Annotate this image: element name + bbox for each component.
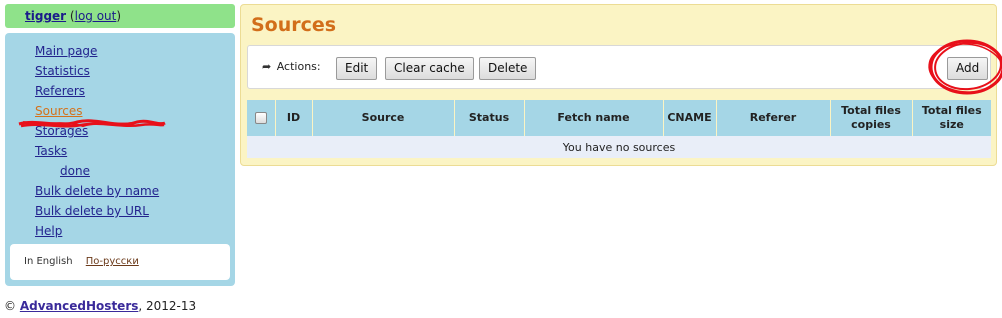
actions-label-wrap: ➦ Actions: bbox=[262, 60, 321, 73]
copyright-symbol: © bbox=[4, 299, 16, 313]
column-header-total-files-copies[interactable]: Total files copies bbox=[830, 100, 913, 136]
delete-button[interactable]: Delete bbox=[479, 57, 537, 80]
actions-label: Actions: bbox=[276, 60, 321, 73]
footer-company-link[interactable]: AdvancedHosters bbox=[20, 299, 139, 313]
sidebar-link-main-page[interactable]: Main page bbox=[35, 44, 97, 58]
sidebar-link-help[interactable]: Help bbox=[35, 224, 62, 238]
clear-cache-button[interactable]: Clear cache bbox=[385, 57, 474, 80]
sources-table: ID Source Status Fetch name CNAME Refere… bbox=[247, 100, 991, 158]
language-current: In English bbox=[24, 256, 73, 267]
username-link[interactable]: tigger bbox=[25, 9, 66, 23]
column-header-id[interactable]: ID bbox=[275, 100, 313, 136]
sidebar-link-bulk-delete-url[interactable]: Bulk delete by URL bbox=[35, 204, 149, 218]
main-panel: Sources ➦ Actions: Edit Clear cache Dele… bbox=[240, 4, 1002, 166]
sidebar-item-tasks-done: done bbox=[35, 164, 159, 184]
empty-table-message: You have no sources bbox=[247, 136, 991, 158]
sidebar-link-tasks[interactable]: Tasks bbox=[35, 144, 67, 158]
table-header-row: ID Source Status Fetch name CNAME Refere… bbox=[247, 100, 991, 136]
footer-years: , 2012-13 bbox=[138, 299, 197, 313]
select-all-cell bbox=[247, 100, 276, 136]
sidebar-link-sources[interactable]: Sources bbox=[35, 104, 82, 118]
sidebar-nav: Main page Statistics Referers Sources St… bbox=[35, 44, 159, 244]
sidebar-link-tasks-done[interactable]: done bbox=[60, 164, 90, 178]
language-russian-link[interactable]: По-русски bbox=[86, 256, 139, 267]
column-header-source[interactable]: Source bbox=[312, 100, 455, 136]
sidebar: Main page Statistics Referers Sources St… bbox=[5, 33, 235, 286]
sidebar-link-referers[interactable]: Referers bbox=[35, 84, 85, 98]
sidebar-item-bulk-delete-url: Bulk delete by URL bbox=[35, 204, 159, 224]
user-box: tigger (log out) bbox=[5, 4, 235, 28]
share-arrow-icon: ➦ bbox=[262, 60, 272, 73]
language-switcher: In English По-русски bbox=[10, 244, 230, 280]
logout-close-paren: ) bbox=[116, 9, 122, 23]
sidebar-item-statistics: Statistics bbox=[35, 64, 159, 84]
column-header-referer[interactable]: Referer bbox=[716, 100, 831, 136]
sidebar-item-referers: Referers bbox=[35, 84, 159, 104]
actions-bar: ➦ Actions: Edit Clear cache Delete Add bbox=[247, 39, 1002, 95]
edit-button[interactable]: Edit bbox=[336, 57, 378, 80]
sidebar-link-bulk-delete-name[interactable]: Bulk delete by name bbox=[35, 184, 159, 198]
sidebar-item-storages: Storages bbox=[35, 124, 159, 144]
select-all-checkbox[interactable] bbox=[254, 112, 267, 124]
sidebar-item-main-page: Main page bbox=[35, 44, 159, 64]
page-title: Sources bbox=[251, 14, 337, 36]
column-header-status[interactable]: Status bbox=[454, 100, 525, 136]
sidebar-item-sources: Sources bbox=[35, 104, 159, 124]
column-header-total-files-size[interactable]: Total files size bbox=[912, 100, 991, 136]
table-row: You have no sources bbox=[247, 136, 991, 158]
add-button[interactable]: Add bbox=[947, 57, 989, 80]
sidebar-link-statistics[interactable]: Statistics bbox=[35, 64, 90, 78]
column-header-fetch-name[interactable]: Fetch name bbox=[524, 100, 664, 136]
sidebar-item-tasks: Tasks bbox=[35, 144, 159, 164]
footer: © AdvancedHosters, 2012-13 bbox=[4, 299, 196, 313]
column-header-cname[interactable]: CNAME bbox=[663, 100, 717, 136]
sidebar-item-bulk-delete-name: Bulk delete by name bbox=[35, 184, 159, 204]
sidebar-item-help: Help bbox=[35, 224, 159, 244]
logout-link[interactable]: log out bbox=[75, 9, 117, 23]
sidebar-link-storages[interactable]: Storages bbox=[35, 124, 88, 138]
